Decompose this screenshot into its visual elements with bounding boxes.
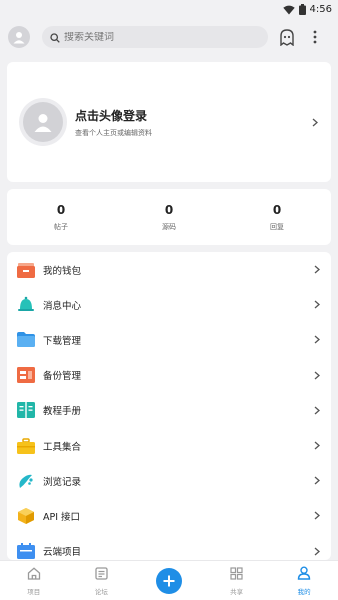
chevron-right-icon	[313, 265, 321, 274]
chevron-right-icon	[313, 371, 321, 380]
menu-label: 工具集合	[43, 441, 82, 453]
nav-item-forum[interactable]: 论坛	[68, 565, 136, 596]
nav-label: 论坛	[94, 588, 108, 596]
stat-replies[interactable]: 0 回复	[223, 203, 331, 232]
status-time: 4:56	[309, 3, 332, 15]
wallet-icon	[17, 261, 35, 279]
user-silhouette-icon	[34, 114, 52, 132]
menu-label: 云端项目	[43, 547, 82, 559]
menu-label: 消息中心	[43, 300, 82, 312]
menu-label: API 接口	[43, 511, 81, 523]
stat-posts[interactable]: 0 帖子	[7, 203, 115, 232]
more-options-icon[interactable]	[306, 28, 324, 46]
grid-icon	[230, 565, 243, 584]
stats-card: 0 帖子 0 源码 0 回复	[7, 189, 331, 245]
folder-icon	[17, 331, 35, 349]
chevron-right-icon	[313, 335, 321, 344]
add-button[interactable]	[155, 567, 182, 594]
nav-item-projects[interactable]: 项目	[0, 565, 68, 596]
footprint-icon	[17, 472, 35, 490]
home-icon	[27, 565, 41, 584]
nav-item-share[interactable]: 共享	[203, 565, 271, 596]
nav-label: 共享	[230, 588, 244, 596]
menu-label: 浏览记录	[43, 476, 82, 488]
search-input[interactable]	[64, 31, 254, 43]
user-icon	[297, 565, 311, 584]
menu-item-wallet[interactable]: 我的钱包	[7, 252, 331, 287]
profile-card[interactable]: 点击头像登录 查看个人主页或编辑资料	[7, 62, 331, 182]
menu-item-downloads[interactable]: 下载管理	[7, 322, 331, 357]
avatar[interactable]	[8, 26, 30, 48]
bell-icon	[17, 296, 35, 314]
status-bar: 4:56	[0, 0, 338, 18]
chevron-right-icon	[313, 300, 321, 309]
profile-avatar[interactable]	[23, 102, 63, 142]
menu-item-history[interactable]: 浏览记录	[7, 463, 331, 498]
battery-icon	[298, 0, 306, 19]
menu-label: 我的钱包	[43, 265, 82, 277]
toolbox-icon	[17, 437, 35, 455]
nav-item-add[interactable]	[135, 567, 203, 594]
cube-icon	[17, 507, 35, 525]
top-bar	[0, 20, 338, 54]
menu-item-tutorials[interactable]: 教程手册	[7, 393, 331, 428]
menu-label: 备份管理	[43, 371, 82, 383]
chevron-right-icon	[313, 441, 321, 450]
profile-subtitle: 查看个人主页或编辑资料	[75, 128, 152, 137]
menu-card: 我的钱包 消息中心 下载管理 备份管理 教程手册 工具集合 浏览记录 API 接…	[7, 252, 331, 560]
bottom-nav: 项目 论坛 共享 我的	[0, 560, 338, 600]
backup-icon	[17, 366, 35, 384]
stat-value: 0	[164, 202, 174, 217]
menu-item-cloud-projects[interactable]: 云端项目	[7, 534, 331, 561]
book-icon	[17, 401, 35, 419]
menu-item-tools[interactable]: 工具集合	[7, 428, 331, 463]
stat-value: 0	[272, 202, 282, 217]
nav-label: 项目	[27, 588, 41, 596]
chevron-right-icon	[313, 406, 321, 415]
search-icon	[50, 28, 60, 47]
chevron-right-icon	[311, 118, 319, 126]
chevron-right-icon	[313, 511, 321, 520]
menu-item-messages[interactable]: 消息中心	[7, 287, 331, 322]
wifi-icon	[282, 0, 295, 19]
stat-label: 源码	[162, 222, 176, 231]
stat-label: 回复	[270, 222, 284, 231]
user-silhouette-icon	[13, 32, 25, 44]
nav-item-mine[interactable]: 我的	[270, 565, 338, 596]
chevron-right-icon	[313, 547, 321, 556]
menu-label: 下载管理	[43, 335, 82, 347]
stat-sources[interactable]: 0 源码	[115, 203, 223, 232]
menu-item-api[interactable]: API 接口	[7, 498, 331, 533]
stat-value: 0	[56, 202, 66, 217]
stat-label: 帖子	[54, 222, 68, 231]
search-bar[interactable]	[42, 26, 268, 48]
nav-label: 我的	[297, 588, 311, 596]
ghost-icon[interactable]	[278, 28, 296, 46]
chevron-right-icon	[313, 476, 321, 485]
add-icon	[163, 575, 175, 586]
profile-title: 点击头像登录	[75, 108, 148, 123]
menu-label: 教程手册	[43, 406, 82, 418]
forum-icon	[95, 565, 108, 584]
menu-item-backup[interactable]: 备份管理	[7, 358, 331, 393]
calendar-icon	[17, 542, 35, 560]
